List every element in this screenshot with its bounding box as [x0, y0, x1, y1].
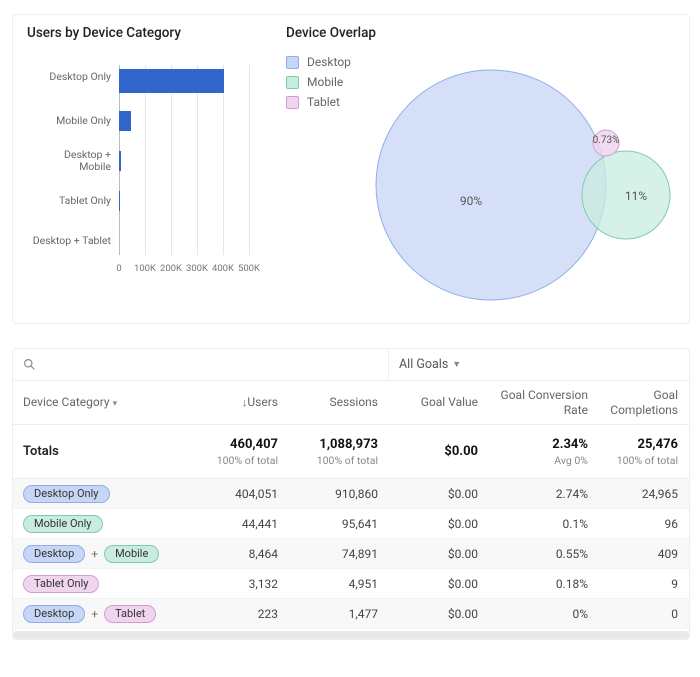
- cell-sessions: 4,951: [288, 577, 388, 591]
- totals-users: 460,407: [208, 437, 278, 452]
- swatch-desktop: [286, 56, 299, 69]
- totals-goal-cr-sub: Avg 0%: [498, 454, 588, 467]
- bar-category-label: Mobile Only: [27, 115, 117, 127]
- table-row[interactable]: Tablet Only 3,1324,951$0.000.18%9: [13, 569, 689, 599]
- col-device-category[interactable]: Device Category ▾: [13, 389, 198, 416]
- bar-row: Desktop Only: [27, 65, 249, 89]
- bar-desktop-only: [119, 69, 224, 93]
- totals-goal-cr: 2.34%: [498, 437, 588, 452]
- col-goal-value[interactable]: Goal Value: [388, 389, 488, 415]
- bar-row: Desktop + Tablet: [27, 229, 249, 253]
- x-tick: 500K: [238, 263, 260, 274]
- cell-sessions: 74,891: [288, 547, 388, 561]
- device-chip-tablet: Tablet: [104, 605, 156, 623]
- cell-gcr: 2.74%: [488, 487, 598, 501]
- bar-tablet-only: [119, 191, 120, 211]
- device-table: All Goals ▼ Device Category ▾ ↓Users Ses…: [12, 348, 690, 640]
- users-by-device-panel: Users by Device Category Desktop Only: [27, 25, 262, 309]
- device-chip-mobile: Mobile Only: [23, 515, 103, 533]
- venn-circle-desktop: [376, 70, 606, 300]
- panel-title: Users by Device Category: [27, 25, 262, 41]
- bar-category-label: Desktop Only: [27, 71, 117, 83]
- cell-sessions: 910,860: [288, 487, 388, 501]
- col-goal-completions[interactable]: Goal Completions: [598, 382, 688, 423]
- cell-sessions: 1,477: [288, 607, 388, 621]
- venn-diagram: 90% 11% 0.73%: [326, 55, 696, 305]
- chevron-down-icon: ▾: [113, 399, 118, 409]
- search-icon: [23, 358, 36, 371]
- horizontal-scrollbar[interactable]: [13, 631, 689, 639]
- venn-label-mobile: 11%: [625, 189, 647, 203]
- plus-icon: +: [91, 607, 98, 621]
- bar-chart: Desktop Only Mobile Only Desktop + Mobil…: [27, 55, 249, 275]
- totals-goal-comp: 25,476: [608, 437, 678, 452]
- cell-users: 404,051: [198, 487, 288, 501]
- totals-sessions-sub: 100% of total: [298, 454, 378, 467]
- cell-users: 8,464: [198, 547, 288, 561]
- x-tick: 100K: [134, 263, 156, 274]
- bar-category-label: Tablet Only: [27, 195, 117, 207]
- goals-filter-dropdown[interactable]: All Goals ▼: [388, 349, 688, 380]
- cell-gc: 96: [598, 517, 688, 531]
- device-chip-desktop: Desktop: [23, 605, 85, 623]
- cell-users: 44,441: [198, 517, 288, 531]
- table-row[interactable]: Desktop + Tablet 2231,477$0.000%0: [13, 599, 689, 629]
- cell-gv: $0.00: [388, 517, 488, 531]
- cell-gc: 9: [598, 577, 688, 591]
- panel-title: Device Overlap: [286, 25, 675, 41]
- col-users[interactable]: ↓Users: [198, 389, 288, 415]
- table-header-row: Device Category ▾ ↓Users Sessions Goal V…: [13, 381, 689, 425]
- table-body: Desktop Only404,051910,860$0.002.74%24,9…: [13, 479, 689, 629]
- cell-gv: $0.00: [388, 487, 488, 501]
- bar-mobile-only: [119, 111, 131, 131]
- venn-label-desktop: 90%: [460, 194, 482, 208]
- table-search[interactable]: [13, 358, 198, 371]
- table-row[interactable]: Mobile Only 44,44195,641$0.000.1%96: [13, 509, 689, 539]
- cell-gc: 409: [598, 547, 688, 561]
- table-row[interactable]: Desktop Only 404,051910,860$0.002.74%24,9…: [13, 479, 689, 509]
- bar-row: Desktop + Mobile: [27, 149, 249, 173]
- cell-users: 223: [198, 607, 288, 621]
- venn-label-tablet: 0.73%: [593, 135, 620, 146]
- cell-gv: $0.00: [388, 577, 488, 591]
- totals-users-sub: 100% of total: [208, 454, 278, 467]
- x-tick: 400K: [212, 263, 234, 274]
- bar-row: Mobile Only: [27, 109, 249, 133]
- table-row[interactable]: Desktop + Mobile 8,46474,891$0.000.55%409: [13, 539, 689, 569]
- totals-goal-comp-sub: 100% of total: [608, 454, 678, 467]
- goals-filter-label: All Goals: [399, 357, 448, 372]
- x-tick: 300K: [186, 263, 208, 274]
- totals-goal-value: $0.00: [398, 444, 478, 459]
- col-goal-conversion-rate[interactable]: Goal Conversion Rate: [488, 382, 598, 423]
- bar-category-label: Desktop + Tablet: [27, 235, 117, 247]
- plus-icon: +: [91, 547, 98, 561]
- x-tick: 0: [116, 263, 121, 274]
- cell-gcr: 0.18%: [488, 577, 598, 591]
- cell-gcr: 0.1%: [488, 517, 598, 531]
- col-sessions[interactable]: Sessions: [288, 389, 388, 415]
- device-chip-desktop: Desktop: [23, 545, 85, 563]
- cell-gv: $0.00: [388, 607, 488, 621]
- cell-users: 3,132: [198, 577, 288, 591]
- totals-sessions: 1,088,973: [298, 437, 378, 452]
- bar-row: Tablet Only: [27, 189, 249, 213]
- chevron-down-icon: ▼: [452, 359, 461, 370]
- cell-gv: $0.00: [388, 547, 488, 561]
- cell-gcr: 0%: [488, 607, 598, 621]
- bar-desktop-mobile: [119, 151, 121, 171]
- swatch-mobile: [286, 76, 299, 89]
- device-chip-desktop: Desktop Only: [23, 485, 110, 503]
- totals-label: Totals: [13, 438, 198, 465]
- swatch-tablet: [286, 96, 299, 109]
- cell-gc: 24,965: [598, 487, 688, 501]
- x-tick: 200K: [160, 263, 182, 274]
- cell-sessions: 95,641: [288, 517, 388, 531]
- cell-gc: 0: [598, 607, 688, 621]
- bar-category-label: Desktop + Mobile: [27, 149, 117, 173]
- device-chip-mobile: Mobile: [104, 545, 159, 563]
- cell-gcr: 0.55%: [488, 547, 598, 561]
- device-chip-tablet: Tablet Only: [23, 575, 99, 593]
- device-overlap-panel: Device Overlap Desktop Mobile Tablet: [286, 25, 675, 309]
- table-totals-row: Totals 460,407 100% of total 1,088,973 1…: [13, 425, 689, 479]
